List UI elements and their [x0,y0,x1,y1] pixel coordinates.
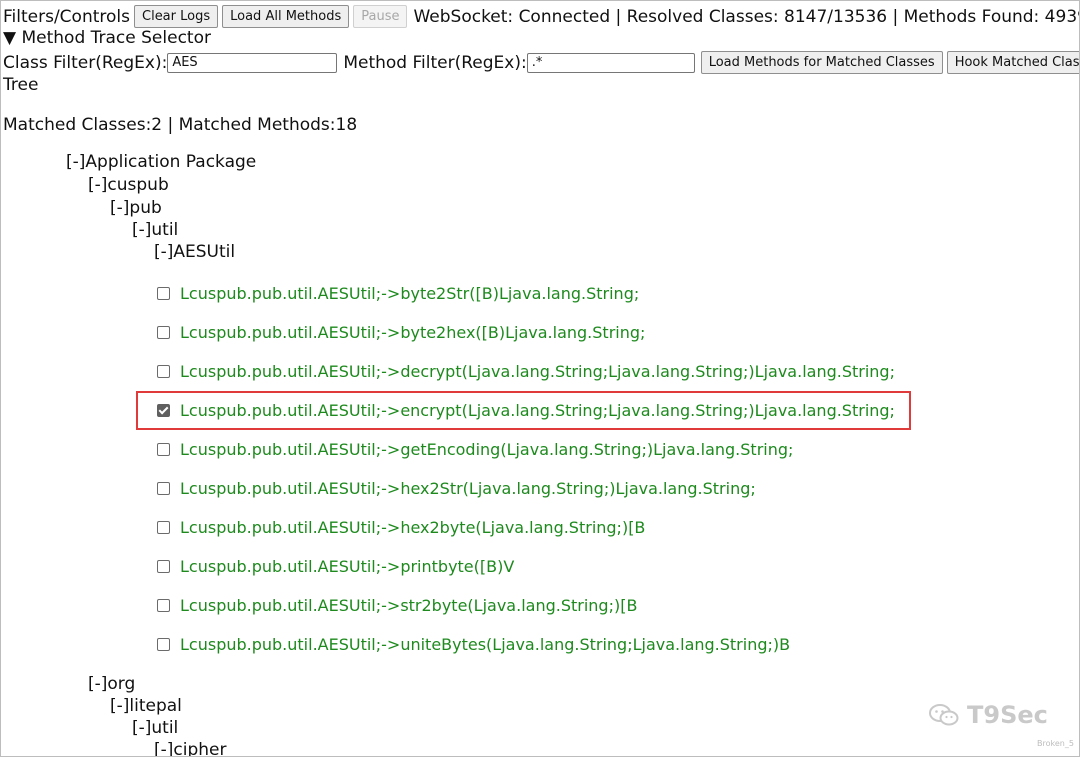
tree-node-cuspub[interactable]: [-]cuspub [88,175,169,195]
selector-title: ▼ Method Trace Selector [3,28,211,48]
tree-label-text: Tree [3,75,39,95]
load-methods-button[interactable]: Load Methods for Matched Classes [700,51,943,74]
method-checkbox[interactable] [157,560,170,573]
tree-node-org-util[interactable]: [-]util [132,718,178,738]
pause-button[interactable]: Pause [353,5,408,28]
tree-node-org[interactable]: [-]org [88,674,135,694]
method-label: Lcuspub.pub.util.AESUtil;->printbyte([B)… [180,557,515,576]
match-summary-text: Matched Classes:2 | Matched Methods:18 [3,115,358,135]
tree-node-util[interactable]: [-]util [132,220,178,240]
tree-node-cipher[interactable]: [-]cipher [154,740,226,756]
method-filter-label: Method Filter(RegEx): [343,52,527,73]
clear-logs-button[interactable]: Clear Logs [134,5,219,28]
method-item[interactable]: Lcuspub.pub.util.AESUtil;->byte2hex([B)L… [157,323,645,342]
method-item[interactable]: Lcuspub.pub.util.AESUtil;->decrypt(Ljava… [157,362,895,381]
class-filter-input[interactable]: AES [167,52,338,73]
selector-toggle[interactable]: ▼ Method Trace Selector [3,28,211,48]
method-filter-input[interactable]: .* [526,52,695,73]
method-checkbox[interactable] [157,599,170,612]
tree-node-application-package[interactable]: [-]Application Package [66,152,256,172]
watermark-text: T9Sec [967,701,1048,729]
filter-row: Class Filter(RegEx): AES Method Filter(R… [3,51,1079,74]
tree-label: Tree [3,75,38,95]
hook-matched-class-button[interactable]: Hook Matched Class [946,51,1079,74]
method-label: Lcuspub.pub.util.AESUtil;->getEncoding(L… [180,440,794,459]
class-filter-label: Class Filter(RegEx): [3,52,168,73]
method-checkbox[interactable] [157,638,170,651]
app-frame: Filters/Controls Clear Logs Load All Met… [0,0,1080,757]
wechat-icon [929,704,959,726]
method-checkbox[interactable] [157,482,170,495]
method-item[interactable]: Lcuspub.pub.util.AESUtil;->hex2Str(Ljava… [157,479,756,498]
load-all-methods-button[interactable]: Load All Methods [222,5,350,28]
method-checkbox[interactable] [157,287,170,300]
watermark-subtext: Broken_5 [1037,739,1074,748]
method-item[interactable]: Lcuspub.pub.util.AESUtil;->str2byte(Ljav… [157,596,637,615]
method-item[interactable]: Lcuspub.pub.util.AESUtil;->printbyte([B)… [157,557,514,576]
method-label: Lcuspub.pub.util.AESUtil;->hex2Str(Ljava… [180,479,756,498]
method-label: Lcuspub.pub.util.AESUtil;->decrypt(Ljava… [180,362,895,381]
method-item[interactable]: Lcuspub.pub.util.AESUtil;->uniteBytes(Lj… [157,635,790,654]
method-label: Lcuspub.pub.util.AESUtil;->uniteBytes(Lj… [180,635,791,654]
method-label: Lcuspub.pub.util.AESUtil;->byte2hex([B)L… [180,323,646,342]
tree-node-aesutil[interactable]: [-]AESUtil [154,242,235,262]
method-item[interactable]: Lcuspub.pub.util.AESUtil;->getEncoding(L… [157,440,793,459]
match-summary: Matched Classes:2 | Matched Methods:18 [3,115,357,135]
method-checkbox[interactable] [157,443,170,456]
method-item[interactable]: Lcuspub.pub.util.AESUtil;->hex2byte(Ljav… [157,518,645,537]
highlight-annotation [136,391,911,430]
method-checkbox[interactable] [157,365,170,378]
toolbar: Filters/Controls Clear Logs Load All Met… [3,5,1080,28]
watermark: T9Sec [929,701,1048,729]
method-label: Lcuspub.pub.util.AESUtil;->str2byte(Ljav… [180,596,638,615]
method-checkbox[interactable] [157,521,170,534]
status-text: WebSocket: Connected | Resolved Classes:… [413,6,1080,27]
method-label: Lcuspub.pub.util.AESUtil;->byte2Str([B)L… [180,284,640,303]
method-item[interactable]: Lcuspub.pub.util.AESUtil;->byte2Str([B)L… [157,284,639,303]
toolbar-label: Filters/Controls [3,6,130,27]
method-label: Lcuspub.pub.util.AESUtil;->hex2byte(Ljav… [180,518,646,537]
tree-node-litepal[interactable]: [-]litepal [110,696,182,716]
method-checkbox[interactable] [157,326,170,339]
tree-node-pub[interactable]: [-]pub [110,198,162,218]
